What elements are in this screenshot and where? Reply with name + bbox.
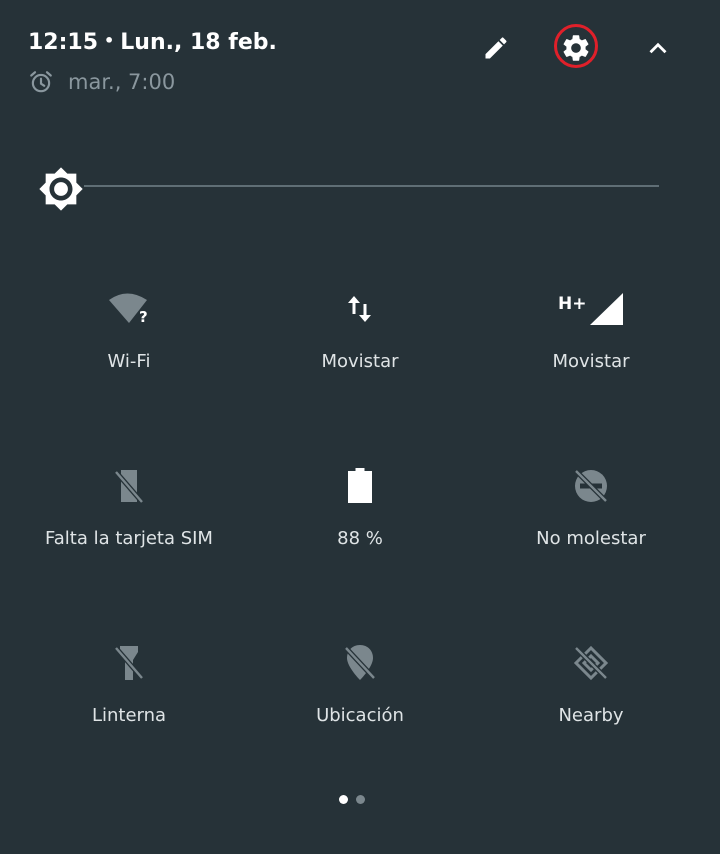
page-indicator [339, 795, 365, 804]
tile-label: 88 % [337, 528, 383, 549]
chevron-up-icon [649, 42, 667, 54]
svg-text:?: ? [139, 308, 148, 326]
page-dot-active[interactable] [339, 795, 348, 804]
battery-icon [348, 468, 372, 503]
network-type-text: H+ [558, 294, 586, 314]
sim-missing-icon [114, 470, 144, 504]
brightness-slider-track[interactable] [84, 185, 659, 187]
tile-location[interactable]: Ubicación [250, 643, 470, 726]
pencil-icon [485, 37, 507, 59]
next-alarm[interactable]: mar., 7:00 [28, 68, 175, 96]
tile-mobile-data[interactable]: Movistar [250, 289, 470, 372]
tile-wifi[interactable]: ? Wi-Fi [19, 289, 239, 372]
tile-sim[interactable]: Falta la tarjeta SIM [19, 466, 239, 549]
data-arrows-icon [348, 296, 371, 322]
clock-time: 12:15 [28, 30, 99, 55]
cell-signal-icon: H+ [558, 293, 623, 325]
date-time: 12:15 • Lun., 18 feb. [28, 30, 277, 55]
tile-label: Nearby [558, 705, 624, 726]
page-dot-inactive[interactable] [356, 795, 365, 804]
alarm-text: mar., 7:00 [68, 70, 176, 94]
collapse-button[interactable] [638, 28, 678, 68]
brightness-icon[interactable] [38, 166, 84, 212]
tile-label: Ubicación [316, 705, 404, 726]
tile-nearby[interactable]: Nearby [481, 643, 701, 726]
flashlight-off-icon [114, 646, 144, 680]
tile-cellular[interactable]: H+ Movistar [481, 289, 701, 372]
tile-do-not-disturb[interactable]: No molestar [481, 466, 701, 549]
settings-highlight-circle [554, 24, 598, 68]
separator-dot: • [104, 31, 115, 50]
alarm-clock-icon [30, 71, 52, 93]
date-text[interactable]: Lun., 18 feb. [120, 30, 277, 55]
nearby-off-icon [573, 645, 609, 681]
do-not-disturb-off-icon [574, 469, 608, 503]
tile-label: Movistar [321, 351, 399, 372]
tile-label: Falta la tarjeta SIM [45, 528, 213, 549]
tile-label: Linterna [91, 705, 167, 726]
edit-button[interactable] [476, 28, 516, 68]
wifi-unknown-icon: ? [109, 293, 148, 326]
tile-label: Movistar [552, 351, 630, 372]
tile-flashlight[interactable]: Linterna [19, 643, 239, 726]
location-off-icon [344, 645, 376, 680]
tile-label: Wi-Fi [107, 351, 151, 372]
tile-label: No molestar [536, 528, 646, 549]
tile-battery[interactable]: 88 % [250, 466, 470, 549]
